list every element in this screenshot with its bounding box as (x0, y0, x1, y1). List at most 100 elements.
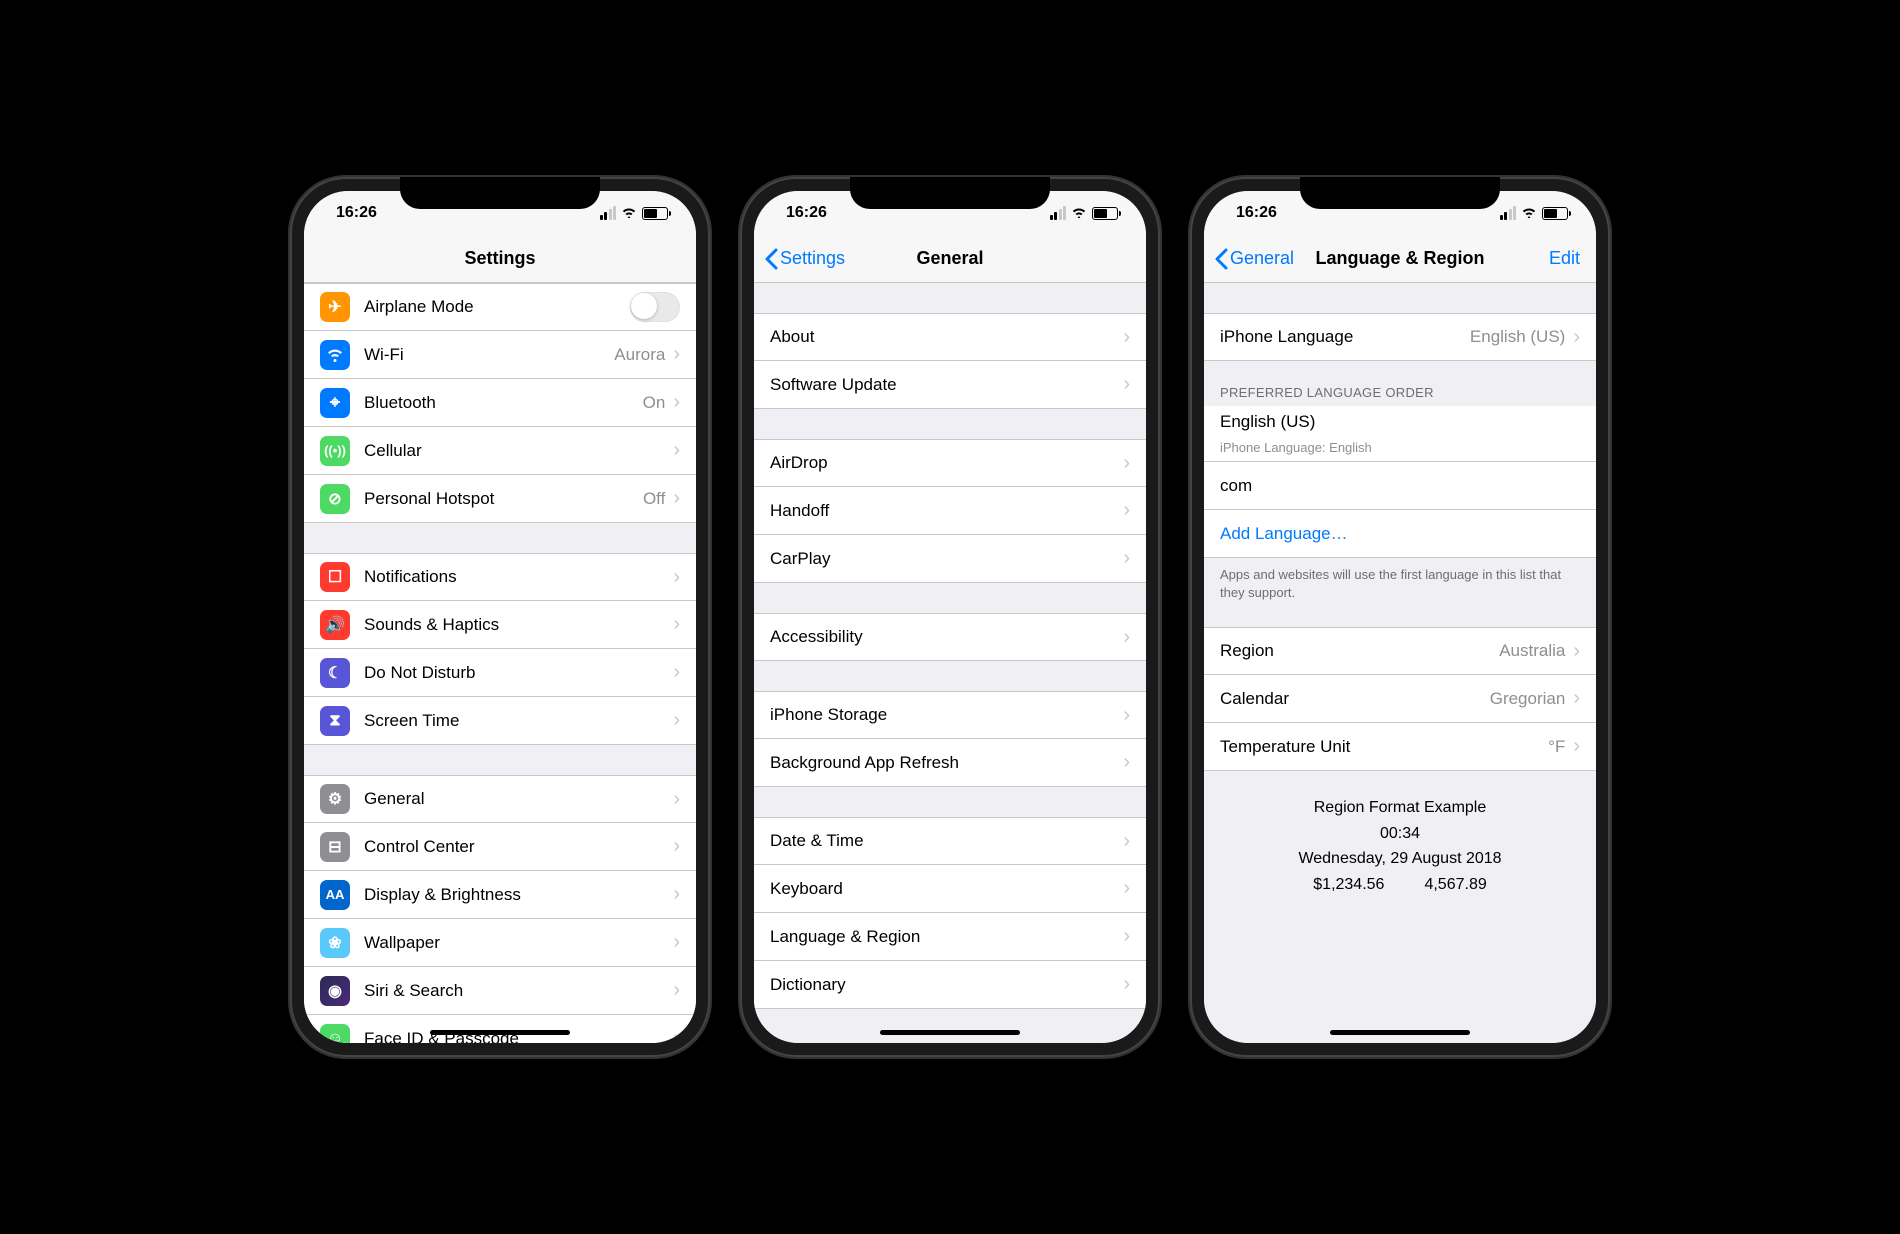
cell-siri[interactable]: ◉ Siri & Search › (304, 967, 696, 1015)
label: Notifications (364, 567, 673, 587)
cellular-signal-icon (1500, 206, 1517, 220)
label: iPhone Storage (770, 705, 1123, 725)
cell-accessibility[interactable]: Accessibility› (754, 613, 1146, 661)
cell-screentime[interactable]: ⧗ Screen Time › (304, 697, 696, 745)
flower-icon: ❀ (320, 928, 350, 958)
label: com (1220, 476, 1580, 496)
chevron-right-icon: › (1123, 326, 1130, 349)
cell-about[interactable]: About› (754, 313, 1146, 361)
wifi-icon (1071, 205, 1087, 221)
faceid-icon: ☺ (320, 1024, 350, 1044)
phone-settings: 16:26 Settings ✈ Airplane Mode Wi-Fi (290, 177, 710, 1057)
language-region-list[interactable]: iPhone Language English (US) › PREFERRED… (1204, 283, 1596, 1043)
label: Handoff (770, 501, 1123, 521)
cell-cellular[interactable]: ((•)) Cellular › (304, 427, 696, 475)
chevron-right-icon: › (673, 343, 680, 366)
chevron-right-icon: › (1123, 499, 1130, 522)
cell-dictionary[interactable]: Dictionary› (754, 961, 1146, 1009)
back-button[interactable]: General (1214, 248, 1294, 270)
preferred-language-header: PREFERRED LANGUAGE ORDER (1204, 379, 1596, 406)
cell-wifi[interactable]: Wi-Fi Aurora › (304, 331, 696, 379)
label: Personal Hotspot (364, 489, 643, 509)
cell-keyboard[interactable]: Keyboard› (754, 865, 1146, 913)
chevron-right-icon: › (673, 1027, 680, 1043)
battery-icon (642, 207, 668, 220)
chevron-right-icon: › (1573, 640, 1580, 663)
cell-dnd[interactable]: ☾ Do Not Disturb › (304, 649, 696, 697)
chevron-right-icon: › (1573, 735, 1580, 758)
cell-language-com[interactable]: com (1204, 462, 1596, 510)
label: Region (1220, 641, 1499, 661)
cell-bluetooth[interactable]: ⌖ Bluetooth On › (304, 379, 696, 427)
cell-carplay[interactable]: CarPlay› (754, 535, 1146, 583)
chevron-right-icon: › (673, 439, 680, 462)
example-time: 00:34 (1220, 821, 1580, 847)
back-button[interactable]: Settings (764, 248, 845, 270)
value: English (US) (1470, 327, 1565, 347)
home-indicator[interactable] (430, 1030, 570, 1035)
nav-bar: General Language & Region Edit (1204, 235, 1596, 283)
cell-notifications[interactable]: ☐ Notifications › (304, 553, 696, 601)
label: Bluetooth (364, 393, 643, 413)
cell-airplane-mode[interactable]: ✈ Airplane Mode (304, 283, 696, 331)
edit-button[interactable]: Edit (1549, 248, 1580, 269)
chevron-right-icon: › (1123, 452, 1130, 475)
value: Australia (1499, 641, 1565, 661)
cell-language-region[interactable]: Language & Region› (754, 913, 1146, 961)
sliders-icon: ⊟ (320, 832, 350, 862)
wifi-icon (621, 205, 637, 221)
battery-icon (1092, 207, 1118, 220)
text-size-icon: AA (320, 880, 350, 910)
cell-iphone-language[interactable]: iPhone Language English (US) › (1204, 313, 1596, 361)
chevron-right-icon: › (1123, 373, 1130, 396)
chevron-right-icon: › (673, 391, 680, 414)
cell-date-time[interactable]: Date & Time› (754, 817, 1146, 865)
value: Gregorian (1490, 689, 1566, 709)
page-title: General (916, 248, 983, 269)
home-indicator[interactable] (1330, 1030, 1470, 1035)
cell-hotspot[interactable]: ⊘ Personal Hotspot Off › (304, 475, 696, 523)
cell-language-english[interactable]: English (US) iPhone Language: English (1204, 406, 1596, 462)
settings-list[interactable]: ✈ Airplane Mode Wi-Fi Aurora › ⌖ Bluetoo… (304, 283, 696, 1043)
label: About (770, 327, 1123, 347)
cell-region[interactable]: Region Australia › (1204, 627, 1596, 675)
home-indicator[interactable] (880, 1030, 1020, 1035)
region-format-example: Region Format Example 00:34 Wednesday, 2… (1204, 771, 1596, 921)
cell-software-update[interactable]: Software Update› (754, 361, 1146, 409)
status-time: 16:26 (336, 204, 377, 222)
label: Software Update (770, 375, 1123, 395)
label: Date & Time (770, 831, 1123, 851)
general-list[interactable]: About› Software Update› AirDrop› Handoff… (754, 283, 1146, 1043)
status-bar: 16:26 (304, 191, 696, 235)
airplane-icon: ✈ (320, 292, 350, 322)
status-bar: 16:26 (754, 191, 1146, 235)
cell-general[interactable]: ⚙ General › (304, 775, 696, 823)
phone-general: 16:26 Settings General About› Software U… (740, 177, 1160, 1057)
example-date: Wednesday, 29 August 2018 (1220, 846, 1580, 872)
cell-wallpaper[interactable]: ❀ Wallpaper › (304, 919, 696, 967)
cell-iphone-storage[interactable]: iPhone Storage› (754, 691, 1146, 739)
label: CarPlay (770, 549, 1123, 569)
label: Wallpaper (364, 933, 673, 953)
chevron-right-icon: › (673, 835, 680, 858)
status-time: 16:26 (786, 204, 827, 222)
cell-faceid[interactable]: ☺ Face ID & Passcode › (304, 1015, 696, 1043)
cell-temperature[interactable]: Temperature Unit °F › (1204, 723, 1596, 771)
chevron-right-icon: › (673, 709, 680, 732)
cell-calendar[interactable]: Calendar Gregorian › (1204, 675, 1596, 723)
screen: 16:26 Settings General About› Software U… (754, 191, 1146, 1043)
gear-icon: ⚙ (320, 784, 350, 814)
cell-sounds[interactable]: 🔊 Sounds & Haptics › (304, 601, 696, 649)
cell-control-center[interactable]: ⊟ Control Center › (304, 823, 696, 871)
label: Accessibility (770, 627, 1123, 647)
airplane-toggle[interactable] (630, 292, 680, 322)
cell-add-language[interactable]: Add Language… (1204, 510, 1596, 558)
chevron-right-icon: › (1123, 830, 1130, 853)
sublabel: iPhone Language: English (1220, 440, 1372, 455)
chevron-right-icon: › (673, 613, 680, 636)
phone-language-region: 16:26 General Language & Region Edit iPh… (1190, 177, 1610, 1057)
cell-background-refresh[interactable]: Background App Refresh› (754, 739, 1146, 787)
cell-airdrop[interactable]: AirDrop› (754, 439, 1146, 487)
cell-display[interactable]: AA Display & Brightness › (304, 871, 696, 919)
cell-handoff[interactable]: Handoff› (754, 487, 1146, 535)
